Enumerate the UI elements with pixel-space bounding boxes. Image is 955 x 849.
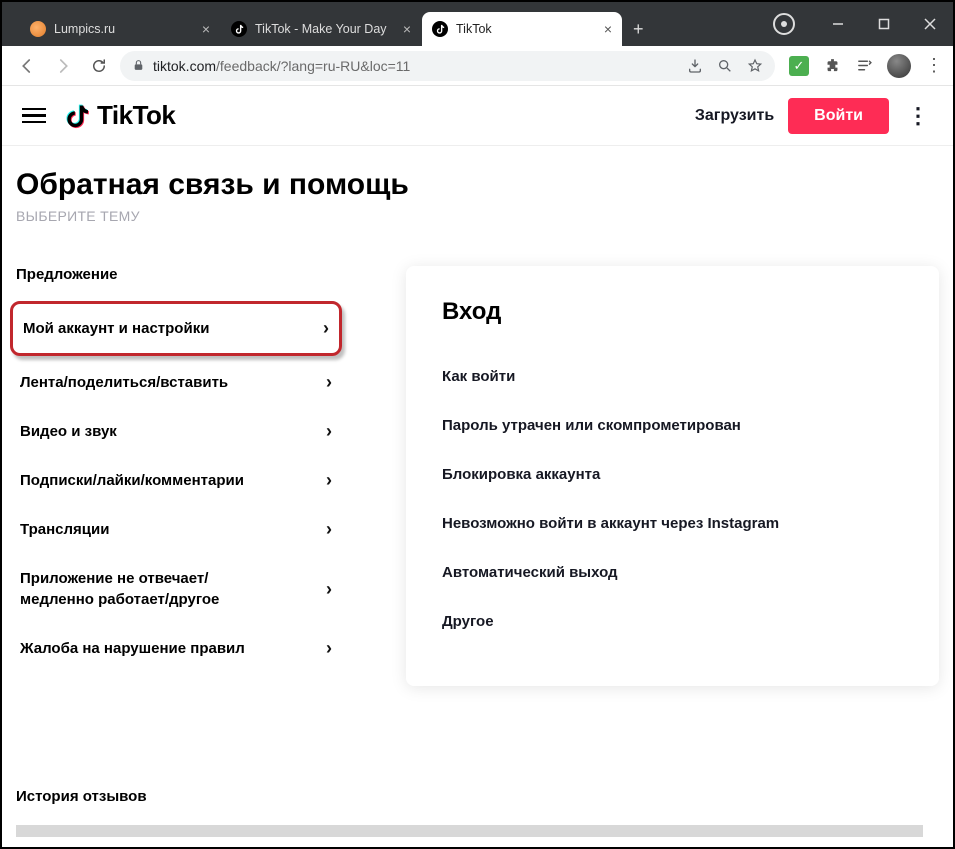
panel-item-auto-logout[interactable]: Автоматический выход bbox=[442, 548, 903, 597]
chevron-right-icon: › bbox=[326, 638, 332, 659]
page-title: Обратная связь и помощь bbox=[16, 168, 939, 202]
page-content: Обратная связь и помощь ВЫБЕРИТЕ ТЕМУ Пр… bbox=[2, 146, 953, 847]
sidebar-item-label: Подписки/лайки/комментарии bbox=[20, 472, 244, 489]
reading-list-icon[interactable] bbox=[855, 57, 873, 75]
close-icon[interactable]: × bbox=[604, 21, 612, 37]
sidebar-item-live[interactable]: Трансляции › bbox=[16, 505, 336, 554]
url-path: /feedback/?lang=ru-RU&loc=11 bbox=[216, 58, 410, 74]
history-heading: История отзывов bbox=[16, 788, 147, 805]
browser-tab-lumpics[interactable]: Lumpics.ru × bbox=[20, 12, 220, 46]
tiktok-header: TikTok Загрузить Войти ⋮ bbox=[2, 86, 953, 146]
sidebar-item-feed-share[interactable]: Лента/поделиться/вставить › bbox=[16, 358, 336, 407]
sidebar-heading: Предложение bbox=[16, 266, 336, 283]
chevron-right-icon: › bbox=[326, 372, 332, 393]
chevron-right-icon: › bbox=[326, 519, 332, 540]
forward-button[interactable] bbox=[48, 51, 78, 81]
sidebar-item-label: Жалоба на нарушение правил bbox=[20, 640, 245, 657]
sidebar-item-label: Лента/поделиться/вставить bbox=[20, 374, 228, 391]
browser-tab-tiktok-1[interactable]: TikTok - Make Your Day × bbox=[221, 12, 421, 46]
login-button[interactable]: Войти bbox=[788, 98, 889, 134]
reload-button[interactable] bbox=[84, 51, 114, 81]
browser-tab-tiktok-2[interactable]: TikTok × bbox=[422, 12, 622, 46]
detail-panel: Вход Как войти Пароль утрачен или скомпр… bbox=[406, 266, 939, 686]
window-close-button[interactable] bbox=[907, 6, 953, 42]
chrome-account-icon[interactable] bbox=[773, 13, 795, 35]
upload-link[interactable]: Загрузить bbox=[695, 107, 774, 125]
topic-sidebar: Предложение Мой аккаунт и настройки › Ле… bbox=[16, 266, 336, 686]
panel-item-other[interactable]: Другое bbox=[442, 597, 903, 646]
more-menu-icon[interactable]: ⋮ bbox=[903, 103, 933, 129]
sidebar-item-label: Видео и звук bbox=[20, 423, 117, 440]
hamburger-icon[interactable] bbox=[22, 104, 46, 128]
profile-avatar[interactable] bbox=[887, 54, 911, 78]
tiktok-note-icon bbox=[64, 102, 92, 130]
favicon-tiktok bbox=[432, 21, 448, 37]
chevron-right-icon: › bbox=[326, 470, 332, 491]
sidebar-item-follows-likes-comments[interactable]: Подписки/лайки/комментарии › bbox=[16, 456, 336, 505]
tab-title: Lumpics.ru bbox=[54, 22, 194, 36]
window-maximize-button[interactable] bbox=[861, 6, 907, 42]
chevron-right-icon: › bbox=[323, 318, 329, 339]
horizontal-scrollbar[interactable] bbox=[16, 825, 923, 837]
zoom-icon[interactable] bbox=[717, 58, 733, 74]
panel-item-account-locked[interactable]: Блокировка аккаунта bbox=[442, 450, 903, 499]
favicon-tiktok bbox=[231, 21, 247, 37]
bookmark-star-icon[interactable] bbox=[747, 58, 763, 74]
browser-toolbar: tiktok.com/feedback/?lang=ru-RU&loc=11 ✓… bbox=[2, 46, 953, 86]
window-minimize-button[interactable] bbox=[815, 6, 861, 42]
close-icon[interactable]: × bbox=[202, 21, 210, 37]
install-icon[interactable] bbox=[687, 58, 703, 74]
page-subtitle: ВЫБЕРИТЕ ТЕМУ bbox=[16, 208, 939, 224]
panel-item-instagram-login[interactable]: Невозможно войти в аккаунт через Instagr… bbox=[442, 499, 903, 548]
url-host: tiktok.com bbox=[153, 58, 216, 74]
sidebar-item-video-sound[interactable]: Видео и звук › bbox=[16, 407, 336, 456]
sidebar-item-report-violation[interactable]: Жалоба на нарушение правил › bbox=[16, 624, 336, 673]
panel-title: Вход bbox=[442, 298, 903, 326]
back-button[interactable] bbox=[12, 51, 42, 81]
browser-tab-strip: Lumpics.ru × TikTok - Make Your Day × Ti… bbox=[2, 2, 953, 46]
tiktok-logo[interactable]: TikTok bbox=[64, 100, 175, 131]
tiktok-brand-text: TikTok bbox=[97, 100, 175, 131]
sidebar-item-label: Приложение не отвечает/медленно работает… bbox=[20, 568, 280, 610]
panel-item-how-to-login[interactable]: Как войти bbox=[442, 352, 903, 401]
extensions-icon[interactable] bbox=[823, 57, 841, 75]
tab-title: TikTok bbox=[456, 22, 596, 36]
sidebar-item-account-settings[interactable]: Мой аккаунт и настройки › bbox=[10, 301, 342, 356]
new-tab-button[interactable]: + bbox=[623, 12, 654, 46]
extension-check-icon[interactable]: ✓ bbox=[789, 56, 809, 76]
chevron-right-icon: › bbox=[326, 421, 332, 442]
sidebar-item-app-issues[interactable]: Приложение не отвечает/медленно работает… bbox=[16, 554, 336, 624]
chevron-right-icon: › bbox=[326, 579, 332, 600]
sidebar-item-label: Мой аккаунт и настройки bbox=[23, 320, 209, 337]
close-icon[interactable]: × bbox=[403, 21, 411, 37]
sidebar-item-label: Трансляции bbox=[20, 521, 109, 538]
lock-icon bbox=[132, 59, 145, 72]
panel-item-password-lost[interactable]: Пароль утрачен или скомпрометирован bbox=[442, 401, 903, 450]
favicon-lumpics bbox=[30, 21, 46, 37]
chrome-menu-icon[interactable]: ⋮ bbox=[925, 57, 943, 75]
tab-title: TikTok - Make Your Day bbox=[255, 22, 395, 36]
address-bar[interactable]: tiktok.com/feedback/?lang=ru-RU&loc=11 bbox=[120, 51, 775, 81]
